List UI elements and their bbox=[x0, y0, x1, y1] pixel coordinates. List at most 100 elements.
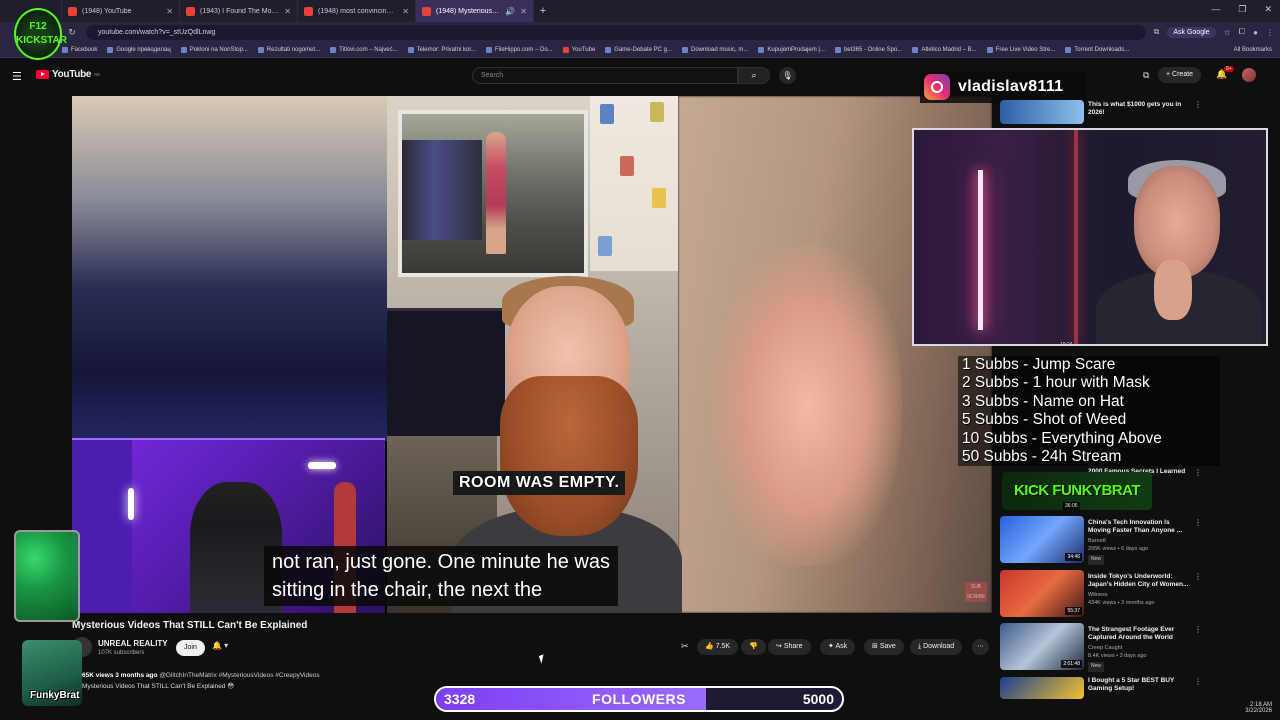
more-icon[interactable]: ⋮ bbox=[1194, 468, 1202, 477]
maximize-icon[interactable]: ❐ bbox=[1238, 4, 1246, 15]
more-icon[interactable]: ⋮ bbox=[1194, 625, 1202, 634]
more-icon[interactable]: ⋮ bbox=[1194, 100, 1202, 109]
speaker-icon[interactable]: 🔊 bbox=[505, 7, 515, 16]
bookmark[interactable]: FileHippo.com – Do... bbox=[486, 46, 553, 53]
channel-name[interactable]: UNREAL REALITY bbox=[98, 639, 168, 648]
rec-meta: 295K views • 6 days ago bbox=[1088, 546, 1149, 552]
like-button[interactable]: 👍 7.5K bbox=[697, 639, 739, 655]
bookmark[interactable]: YouTube bbox=[562, 46, 595, 53]
bookmark[interactable]: Atletico Madrid – B... bbox=[912, 46, 977, 53]
subscribe-watermark[interactable]: SUB SCRIBE bbox=[965, 582, 987, 602]
bookmark-icon bbox=[986, 46, 993, 53]
browser-tab-strip: (1948) YouTube ✕ (1943) I Found The Most … bbox=[0, 0, 1280, 22]
install-icon[interactable]: ⧉ bbox=[1154, 27, 1160, 37]
followers-goal: 5000 bbox=[802, 691, 834, 707]
ask-button[interactable]: ✦ Ask bbox=[820, 639, 856, 655]
browser-tab[interactable]: (1948) most convincing eviden ✕ bbox=[298, 0, 416, 22]
close-icon[interactable]: ✕ bbox=[284, 7, 291, 16]
subscribe-bell-icon[interactable]: 🔔 ▾ bbox=[212, 641, 228, 650]
video-subtitles: not ran, just gone. One minute he was si… bbox=[264, 546, 618, 606]
close-icon[interactable]: ✕ bbox=[166, 7, 173, 16]
followers-label: FOLLOWERS bbox=[592, 691, 686, 707]
bookmark[interactable]: Pokloni na NonStop... bbox=[180, 46, 248, 53]
archival-photo bbox=[398, 110, 588, 277]
share-button[interactable]: ↪ Share bbox=[768, 639, 811, 655]
rec-item[interactable]: 55:37 Inside Tokyo's Underworld: Japan's… bbox=[1000, 570, 1270, 620]
bookmark-icon bbox=[330, 46, 337, 53]
new-tab-button[interactable]: + bbox=[534, 5, 552, 17]
hamburger-menu-icon[interactable]: ☰ bbox=[12, 70, 22, 83]
youtube-logo[interactable]: YouTube RS bbox=[36, 69, 100, 80]
channel-subscribers: 107K subscribers bbox=[98, 650, 145, 656]
bookmark-icon bbox=[758, 46, 765, 53]
youtube-logo-text: YouTube bbox=[52, 69, 92, 80]
youtube-favicon-icon bbox=[422, 6, 431, 16]
rec-title: Inside Tokyo's Underworld: Japan's Hidde… bbox=[1088, 573, 1189, 588]
microphone-icon[interactable]: 🎙 bbox=[779, 67, 796, 84]
rec-thumbnail bbox=[1000, 677, 1084, 699]
save-button[interactable]: ⊞ Save bbox=[864, 639, 904, 655]
bookmark[interactable]: Telemor: Privatni kor... bbox=[407, 46, 476, 53]
star-icon[interactable]: ☆ bbox=[1224, 28, 1231, 37]
rec-item[interactable]: 34:46 China's Tech Innovation Is Moving … bbox=[1000, 516, 1270, 566]
bookmark[interactable]: Rezultati nogomet... bbox=[257, 46, 320, 53]
browser-tab[interactable]: (1948) YouTube ✕ bbox=[62, 0, 180, 22]
reload-icon[interactable]: ↻ bbox=[66, 27, 78, 38]
download-button[interactable]: ⤓ Download bbox=[910, 639, 963, 655]
bookmark[interactable]: bet365 - Online Spo... bbox=[834, 46, 902, 53]
create-button[interactable]: + Create bbox=[1158, 67, 1202, 83]
close-window-icon[interactable]: ✕ bbox=[1264, 4, 1272, 15]
bookmark[interactable]: KupujemProdajem |... bbox=[758, 46, 825, 53]
rec-channel: Barnett bbox=[1088, 538, 1106, 544]
join-button[interactable]: Join bbox=[176, 640, 205, 656]
bookmark-icon bbox=[62, 46, 68, 53]
dislike-button[interactable]: 👎 bbox=[741, 639, 766, 655]
more-icon[interactable]: ⋮ bbox=[1194, 572, 1202, 581]
instagram-icon bbox=[924, 74, 950, 100]
new-badge: New bbox=[1088, 662, 1105, 672]
search-input[interactable]: Search bbox=[472, 67, 738, 84]
bookmarks-bar: Facebook Google преводилац Pokloni na No… bbox=[0, 42, 1280, 58]
browser-tab-active[interactable]: (1948) Mysterious Videos T 🔊 ✕ bbox=[416, 0, 534, 22]
window-controls: — ❐ ✕ bbox=[1211, 4, 1272, 15]
bookmark[interactable]: Download music, m... bbox=[681, 46, 748, 53]
rec-meta: 434K views • 3 months ago bbox=[1088, 600, 1155, 606]
ask-google-button[interactable]: Ask Google bbox=[1167, 26, 1216, 38]
cast-icon[interactable]: ⧉ bbox=[1143, 70, 1149, 81]
more-icon[interactable]: ⋮ bbox=[1194, 677, 1202, 686]
more-icon[interactable]: ⋮ bbox=[1194, 518, 1202, 527]
video-title: Mysterious Videos That STILL Can't Be Ex… bbox=[72, 620, 308, 631]
video-scene-left bbox=[72, 96, 387, 441]
rec-item[interactable]: 2:01:48 The Strangest Footage Ever Captu… bbox=[1000, 623, 1270, 673]
minimize-icon[interactable]: — bbox=[1211, 4, 1220, 15]
rec-item[interactable]: This is what $1000 gets you in 2026! ⋮ bbox=[1000, 100, 1270, 126]
bookmark[interactable]: Torrent Downloads... bbox=[1065, 46, 1129, 53]
more-icon[interactable]: ⋮ bbox=[1266, 28, 1274, 37]
search-icon[interactable]: ⌕ bbox=[738, 67, 770, 84]
weed-jar-overlay bbox=[14, 530, 80, 622]
kick-logo: F12 KICKSTAR bbox=[14, 8, 67, 60]
bookmark[interactable]: Titlovi.com – Najveć... bbox=[330, 46, 398, 53]
bookmark[interactable]: Free Live Video Stre... bbox=[986, 46, 1055, 53]
profile-icon[interactable]: ● bbox=[1253, 28, 1258, 37]
account-avatar[interactable] bbox=[1242, 68, 1256, 82]
bookmark-icon bbox=[605, 46, 612, 53]
bookmark[interactable]: Google преводилац bbox=[107, 46, 171, 53]
hashtags[interactable]: @GlitchInTheMatrix #MysteriousVideos #Cr… bbox=[159, 672, 319, 679]
bookmark-icon bbox=[107, 46, 114, 53]
rec-item[interactable]: I Bought a 5 Star BEST BUY Gaming Setup!… bbox=[1000, 677, 1270, 699]
close-icon[interactable]: ✕ bbox=[520, 7, 527, 16]
tab-title: (1948) most convincing eviden bbox=[318, 7, 397, 15]
url-field[interactable]: youtube.com/watch?v=_stUzQdlLnwg bbox=[86, 24, 1146, 40]
close-icon[interactable]: ✕ bbox=[402, 7, 409, 16]
bookmark[interactable]: Game-Debate PC g... bbox=[605, 46, 672, 53]
all-bookmarks-button[interactable]: All Bookmarks bbox=[1234, 47, 1272, 53]
rec-title: The Strangest Footage Ever Captured Arou… bbox=[1088, 626, 1175, 641]
rec-channel: Creep Caught bbox=[1088, 645, 1123, 651]
clip-icon[interactable]: ✂ bbox=[681, 641, 689, 652]
browser-tab[interactable]: (1943) I Found The Most Distu ✕ bbox=[180, 0, 298, 22]
bookmark[interactable]: Facebook bbox=[62, 46, 97, 53]
video-description[interactable]: Mysterious Videos That STILL Can't Be Ex… bbox=[82, 682, 234, 690]
more-actions-button[interactable]: ⋯ bbox=[972, 639, 989, 655]
extensions-icon[interactable]: ⧠ bbox=[1239, 27, 1245, 37]
